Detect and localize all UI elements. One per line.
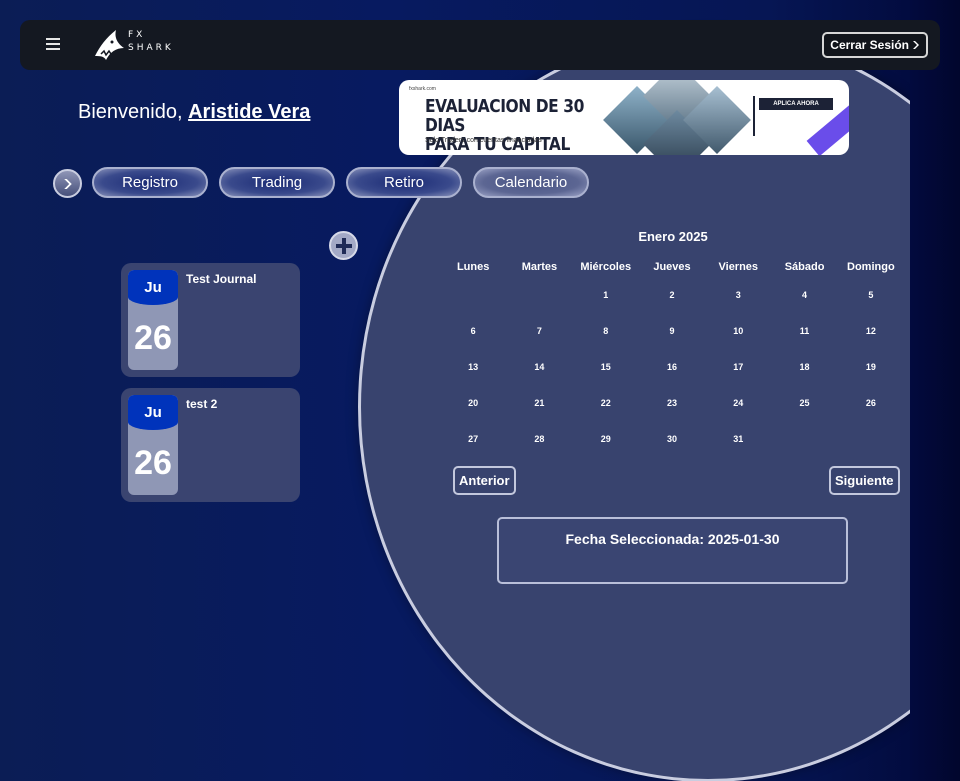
calendar-week-row: 13 14 15 16 17 18 19: [440, 362, 904, 372]
calendar-day-cell[interactable]: 23: [639, 398, 705, 408]
calendar-week-row: 27 28 29 30 31: [440, 434, 904, 444]
calendar-day-cell[interactable]: 10: [705, 326, 771, 336]
weekday-label: Martes: [521, 261, 558, 273]
logo-text-shark: SHARK: [128, 43, 174, 53]
weekday-label: Lunes: [456, 261, 490, 273]
calendar-day-cell[interactable]: 11: [771, 326, 837, 336]
banner-site: fxshark.com: [409, 86, 436, 92]
banner-headline-line1: EVALUACION DE 30 DIAS: [425, 96, 584, 136]
calendar-day-cell[interactable]: 5: [838, 290, 904, 300]
calendar-week-row: 6 7 8 9 10 11 12: [440, 326, 904, 336]
calendar-day-cell[interactable]: 26: [838, 398, 904, 408]
journal-day-name: Ju: [128, 395, 178, 430]
journal-title: Test Journal: [186, 272, 257, 286]
journal-date-box: Ju 26: [128, 395, 178, 495]
banner-headline: EVALUACION DE 30 DIAS PARA TU CAPITAL RE…: [425, 97, 597, 155]
calendar-day-cell[interactable]: 16: [639, 362, 705, 372]
calendar-day-cell[interactable]: 19: [838, 362, 904, 372]
weekday-label: Sábado: [784, 261, 825, 273]
tab-registro[interactable]: Registro: [92, 167, 208, 198]
tab-trading[interactable]: Trading: [219, 167, 335, 198]
weekday-label: Miércoles: [580, 261, 632, 273]
calendar-day-cell[interactable]: 8: [573, 326, 639, 336]
right-edge-strip: [910, 0, 960, 781]
calendar-day-cell[interactable]: 30: [639, 434, 705, 444]
journal-title: test 2: [186, 397, 218, 411]
calendar-day-cell[interactable]: 9: [639, 326, 705, 336]
calendar-day-cell[interactable]: 6: [440, 326, 506, 336]
calendar-day-cell[interactable]: 4: [771, 290, 837, 300]
add-journal-button[interactable]: [329, 231, 358, 260]
banner-accent-stripe: [806, 80, 849, 155]
calendar-day-cell[interactable]: 2: [639, 290, 705, 300]
journal-day-number: 26: [134, 319, 172, 357]
promo-banner[interactable]: fxshark.com EVALUACION DE 30 DIAS PARA T…: [399, 80, 849, 155]
calendar-day-cell[interactable]: 18: [771, 362, 837, 372]
logo-text-fx: FX: [128, 30, 146, 40]
calendar-day-cell[interactable]: [506, 290, 572, 300]
selected-date-panel: Fecha Seleccionada: 2025-01-30: [497, 517, 848, 584]
logout-button[interactable]: Cerrar Sesión: [822, 32, 928, 58]
calendar-day-cell[interactable]: 3: [705, 290, 771, 300]
calendar-day-cell[interactable]: [440, 290, 506, 300]
chevron-right-icon: [913, 41, 919, 49]
calendar-day-cell[interactable]: 7: [506, 326, 572, 336]
calendar-day-cell[interactable]: 15: [573, 362, 639, 372]
shark-logo-icon: [95, 30, 124, 60]
calendar-day-cell[interactable]: [838, 434, 904, 444]
user-name-link[interactable]: Aristide Vera: [188, 101, 310, 123]
calendar-day-cell[interactable]: 27: [440, 434, 506, 444]
selected-date-text: Fecha Seleccionada: 2025-01-30: [565, 531, 780, 547]
weekday-label: Jueves: [653, 261, 691, 273]
hamburger-menu-icon[interactable]: [46, 35, 66, 55]
welcome-message: Bienvenido, Aristide Vera: [78, 101, 310, 124]
calendar-day-cell[interactable]: 31: [705, 434, 771, 444]
tab-retiro[interactable]: Retiro: [346, 167, 462, 198]
journal-card[interactable]: Ju 26 Test Journal: [121, 263, 300, 377]
previous-month-button[interactable]: Anterior: [453, 466, 516, 495]
journal-day-name: Ju: [128, 270, 178, 305]
next-month-button[interactable]: Siguiente: [829, 466, 900, 495]
welcome-greeting: Bienvenido,: [78, 101, 183, 123]
weekday-label: Domingo: [847, 261, 895, 273]
calendar-day-cell[interactable]: 20: [440, 398, 506, 408]
journal-card[interactable]: Ju 26 test 2: [121, 388, 300, 502]
calendar-day-cell[interactable]: 22: [573, 398, 639, 408]
plus-icon: [335, 237, 352, 254]
calendar-day-cell[interactable]: 21: [506, 398, 572, 408]
chevron-right-icon: [63, 178, 72, 189]
calendar-day-cell[interactable]: 13: [440, 362, 506, 372]
journal-date-box: Ju 26: [128, 270, 178, 370]
banner-subline: Solo Traders con cuentas financiadas: [425, 137, 542, 144]
calendar-day-cell[interactable]: 29: [573, 434, 639, 444]
calendar-day-cell[interactable]: [771, 434, 837, 444]
calendar-day-cell[interactable]: 12: [838, 326, 904, 336]
banner-cta[interactable]: APLICA AHORA: [759, 98, 833, 110]
journal-day-number: 26: [134, 444, 172, 482]
calendar-day-cell[interactable]: 24: [705, 398, 771, 408]
banner-divider: [753, 96, 755, 136]
logout-label: Cerrar Sesión: [830, 38, 909, 52]
tab-calendario[interactable]: Calendario: [473, 167, 589, 198]
calendar-day-cell[interactable]: 14: [506, 362, 572, 372]
nav-toggle-button[interactable]: [53, 169, 82, 198]
top-navigation-bar: FX SHARK Cerrar Sesión: [20, 20, 940, 70]
calendar-day-cell[interactable]: 28: [506, 434, 572, 444]
calendar-day-cell[interactable]: 1: [573, 290, 639, 300]
calendar-day-cell[interactable]: 25: [771, 398, 837, 408]
calendar-month-title: Enero 2025: [638, 229, 708, 244]
weekday-label: Viernes: [718, 261, 759, 273]
fx-shark-logo[interactable]: FX SHARK: [92, 26, 172, 64]
calendar-day-cell[interactable]: 17: [705, 362, 771, 372]
calendar-week-row: 20 21 22 23 24 25 26: [440, 398, 904, 408]
calendar-weekday-header: Lunes Martes Miércoles Jueves Viernes Sá…: [440, 261, 904, 273]
calendar-week-row: 1 2 3 4 5: [440, 290, 904, 300]
